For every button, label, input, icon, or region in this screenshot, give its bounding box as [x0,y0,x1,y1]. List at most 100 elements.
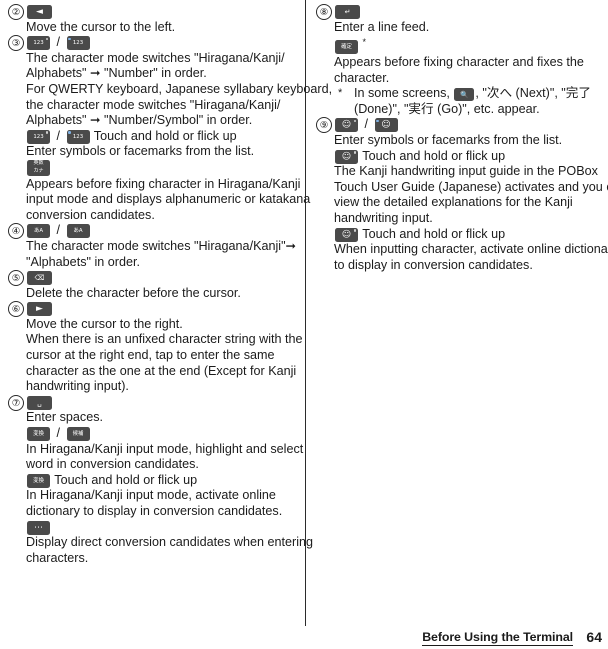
conversion-key-hold: 変換 [27,473,50,488]
item-7-pair-row: 変換 / 候補 [26,426,296,442]
item-6-line-3: cursor at the right end, tap to enter th… [26,348,275,363]
item-7-hold-action: Touch and hold or flick up [54,472,198,487]
item-6-line-4: character as the one at the end (Except … [26,363,297,378]
item-3-line-3: For QWERTY keyboard, Japanese syllabary … [26,81,333,96]
candidate-key: 候補 [66,427,90,442]
item-9-hold-row: ☺ Touch and hold or flick up [334,149,604,165]
list-item-9: ⑨ ☺ / ☺ Enter symbols or facemarks from … [316,117,608,273]
key-separator: / [56,128,61,143]
item-8-second-line-2: character. [334,70,390,85]
alphabet-mode-key: あA [27,224,50,239]
item-7-last-key-row: ⋯ [26,520,296,536]
list-item-3: ③ 123 / 123 The character mode switches … [8,35,333,223]
item-3-hold-row: 123 / 123 Touch and hold or flick up [26,129,296,145]
key-indicator-dot [68,37,71,41]
item-9-hold-line-4: handwriting input. [334,210,433,225]
left-column: ② ◄ Move the cursor to the left. ③ 123 /… [8,4,333,566]
item-7-hold-row: 変換 Touch and hold or flick up [26,473,296,489]
key-row: あA / あA [26,223,296,239]
item-9-hold-line-3: view the detailed explanations for the K… [334,195,573,210]
key-row: ◄ [26,4,296,20]
number-mode-key: 123 [27,36,50,51]
item-number-2: ② [8,4,24,20]
facemark-key: ☺ [335,118,358,133]
conversion-key: 変換 [27,427,50,442]
alphabet-mode-key-alt: あA [66,224,90,239]
key-separator: / [56,426,61,441]
backspace-key: ⌫ [27,271,52,286]
item-9-hold-line-1: The Kanji handwriting input guide in the… [334,164,598,179]
item-number-8: ⑧ [316,4,332,20]
facemark-key-hold: ☺ [335,149,358,164]
page-number: 64 [586,629,602,645]
item-9-hold2-line-1: When inputting character, activate onlin… [334,242,608,257]
item-3-hold-action: Touch and hold or flick up [93,128,237,143]
item-9-line-1: Enter symbols or facemarks from the list… [334,132,563,147]
item-7-last-line-2: characters. [26,550,89,565]
space-key: ␣ [27,395,52,410]
facemark-key-alt: ☺ [374,118,398,133]
key-row: ↵ [334,4,604,20]
item-2-line-1: Move the cursor to the left. [26,19,176,34]
item-6-line-1: Move the cursor to the right. [26,316,183,331]
facemark-key-hold-2: ☺ [335,227,358,242]
list-item-2: ② ◄ Move the cursor to the left. [8,4,296,35]
item-7-last-line-1: Display direct conversion candidates whe… [26,535,314,550]
key-indicator-dot [68,131,71,134]
number-symbol-mode-key-hold: 123 [66,129,90,144]
item-number-9: ⑨ [316,117,332,134]
item-3-line-2: Alphabets" ➞ "Number" in order. [26,66,207,81]
list-item-4: ④ あA / あA The character mode switches "H… [8,223,296,270]
cursor-right-key: ► [27,302,52,317]
item-3-line-4: the character mode switches "Hiragana/Ka… [26,97,281,112]
item-6-line-2: When there is an unfixed character strin… [26,332,303,347]
item-9-hold-action-2: Touch and hold or flick up [362,226,506,241]
item-8-second-line-1: Appears before fixing character and fixe… [334,54,584,69]
number-mode-key-hold: 123 [27,129,50,144]
footnote-suffix: , "次へ (Next)", "完了 [475,86,591,101]
key-row: ␣ [26,395,296,411]
item-3-extra-key-row: 英数 カナ [26,159,296,177]
item-number-6: ⑥ [8,301,24,318]
item-number-4: ④ [8,223,24,240]
page-footer: Before Using the Terminal 64 [0,624,608,649]
key-indicator-dot [45,131,48,134]
item-3-extra-line-3: conversion candidates. [26,207,155,222]
list-item-5: ⑤ ⌫ Delete the character before the curs… [8,270,296,301]
key-row: ⌫ [26,270,296,286]
cursor-left-key: ◄ [27,5,52,19]
footnote-marker: * [362,37,367,48]
item-3-extra-line-2: input mode and displays alphanumeric or … [26,192,311,207]
item-9-hold2-line-2: to display in conversion candidates. [334,257,533,272]
footnote-prefix: In some screens, [354,86,454,101]
item-7-pair-line-2: word in conversion candidates. [26,457,199,472]
item-9-hold-row-2: ☺ Touch and hold or flick up [334,227,604,243]
item-9-hold-action: Touch and hold or flick up [362,148,506,163]
item-4-line-1: The character mode switches "Hiragana/Ka… [26,238,297,253]
item-number-3: ③ [8,35,24,52]
item-7-hold-line-2: dictionary to display in conversion cand… [26,504,283,518]
item-9-hold-line-2: Touch User Guide (Japanese) activates an… [334,179,608,194]
eiji-kana-key: 英数 カナ [27,159,50,176]
item-3-extra-line-1: Appears before fixing character in Hirag… [26,176,301,191]
fix-character-key: 確定 [335,40,358,55]
item-number-7: ⑦ [8,394,24,411]
item-3-sub-line-1: Enter symbols or facemarks from the list… [26,144,255,159]
manual-page: ② ◄ Move the cursor to the left. ③ 123 /… [0,0,608,649]
item-7-hold-line-1: In Hiragana/Kanji input mode, activate o… [26,488,276,503]
key-row: 123 / 123 [26,35,296,51]
key-row: ► [26,301,296,317]
item-5-line-1: Delete the character before the cursor. [26,285,241,300]
item-7-line-1: Enter spaces. [26,410,104,425]
footnote-line-2: (Done)", "実行 (Go)", etc. appear. [354,101,540,116]
item-number-5: ⑤ [8,270,24,287]
item-8-footnote: * In some screens, 🔍, "次へ (Next)", "完了 (… [334,86,604,117]
key-row: ☺ / ☺ [334,117,604,133]
line-feed-key: ↵ [335,5,360,19]
search-key: 🔍 [454,88,475,102]
item-3-line-1: The character mode switches "Hiragana/Ka… [26,50,285,65]
item-7-pair-line-1: In Hiragana/Kanji input mode, highlight … [26,441,304,456]
footer-section-title: Before Using the Terminal [422,630,573,646]
item-8-line-1: Enter a line feed. [334,19,430,34]
footnote-asterisk: * [338,87,343,100]
